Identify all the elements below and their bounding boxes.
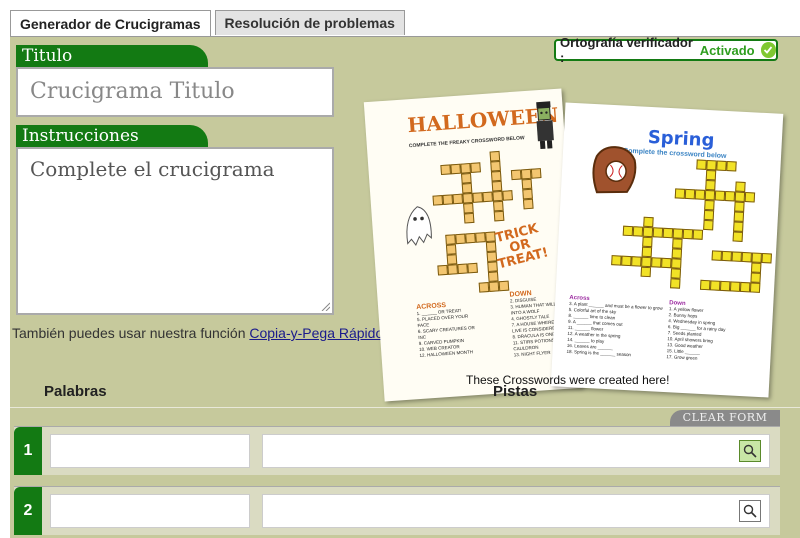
copy-paste-note: También puedes usar nuestra función Copi… — [12, 325, 383, 341]
word-row: 1 — [14, 426, 780, 475]
instructions-text: Complete el crucigrama — [30, 157, 275, 181]
spellcheck-label: Ortografía verificador : — [560, 36, 693, 65]
row-number: 2 — [14, 487, 42, 535]
halloween-across-clues: ACROSS 1. ______ OR TREAT! 5. PLACED OVE… — [416, 299, 506, 359]
words-column-header: Palabras — [44, 383, 107, 400]
spellcheck-indicator[interactable]: Ortografía verificador : Activado — [554, 37, 778, 65]
tab-bar: Generador de Crucigramas Resolución de p… — [10, 10, 409, 37]
magnifier-icon[interactable] — [739, 440, 761, 462]
copy-paste-link[interactable]: Copia-y-Pega Rápido — [249, 325, 383, 341]
frankenstein-icon — [536, 101, 554, 150]
title-input[interactable]: Crucigrama Titulo — [16, 67, 334, 117]
row-number: 1 — [14, 427, 42, 475]
instructions-section-label: Instrucciones — [16, 125, 208, 147]
copy-paste-text: También puedes usar nuestra función — [12, 325, 250, 341]
trick-or-treat-art: TRICK OR TREAT! — [490, 221, 550, 272]
generator-panel: Titulo Crucigrama Titulo Instrucciones C… — [10, 36, 800, 538]
magnifier-icon[interactable] — [739, 500, 761, 522]
clear-form-button[interactable]: CLEAR FORM — [670, 410, 780, 426]
halloween-crossword-preview: HALLOWEEN COMPLETE THE FREAKY CROSSWORD … — [363, 88, 583, 402]
tab-crossword-generator[interactable]: Generador de Crucigramas — [10, 10, 211, 37]
clue-input-2[interactable] — [262, 494, 770, 528]
title-placeholder: Crucigrama Titulo — [30, 79, 235, 104]
tab-troubleshooting[interactable]: Resolución de problemas — [214, 10, 405, 35]
spring-down-clues: Down 1. A yellow flower 2. Bunny hops 4.… — [666, 300, 765, 365]
spring-title: Spring — [647, 126, 715, 152]
word-input-2[interactable] — [50, 494, 250, 528]
word-input-1[interactable] — [50, 434, 250, 468]
halloween-subtitle: COMPLETE THE FREAKY CROSSWORD BELOW — [408, 135, 525, 150]
spring-crossword-preview: Spring Complete the crossword below Acro… — [550, 102, 784, 398]
checkmark-icon — [760, 42, 776, 58]
word-row: 2 — [14, 486, 780, 535]
spellcheck-status: Activado — [699, 42, 755, 58]
clues-column-header: Pistas — [493, 383, 538, 400]
title-section-label: Titulo — [16, 45, 208, 67]
resize-grip-icon[interactable] — [320, 301, 330, 311]
clue-input-1[interactable] — [262, 434, 770, 468]
spring-across-clues: Across 3. A plant ______ and must be a f… — [566, 295, 663, 360]
baseball-glove-icon — [592, 146, 637, 194]
instructions-textarea[interactable]: Complete el crucigrama — [16, 147, 334, 315]
divider — [10, 407, 800, 408]
